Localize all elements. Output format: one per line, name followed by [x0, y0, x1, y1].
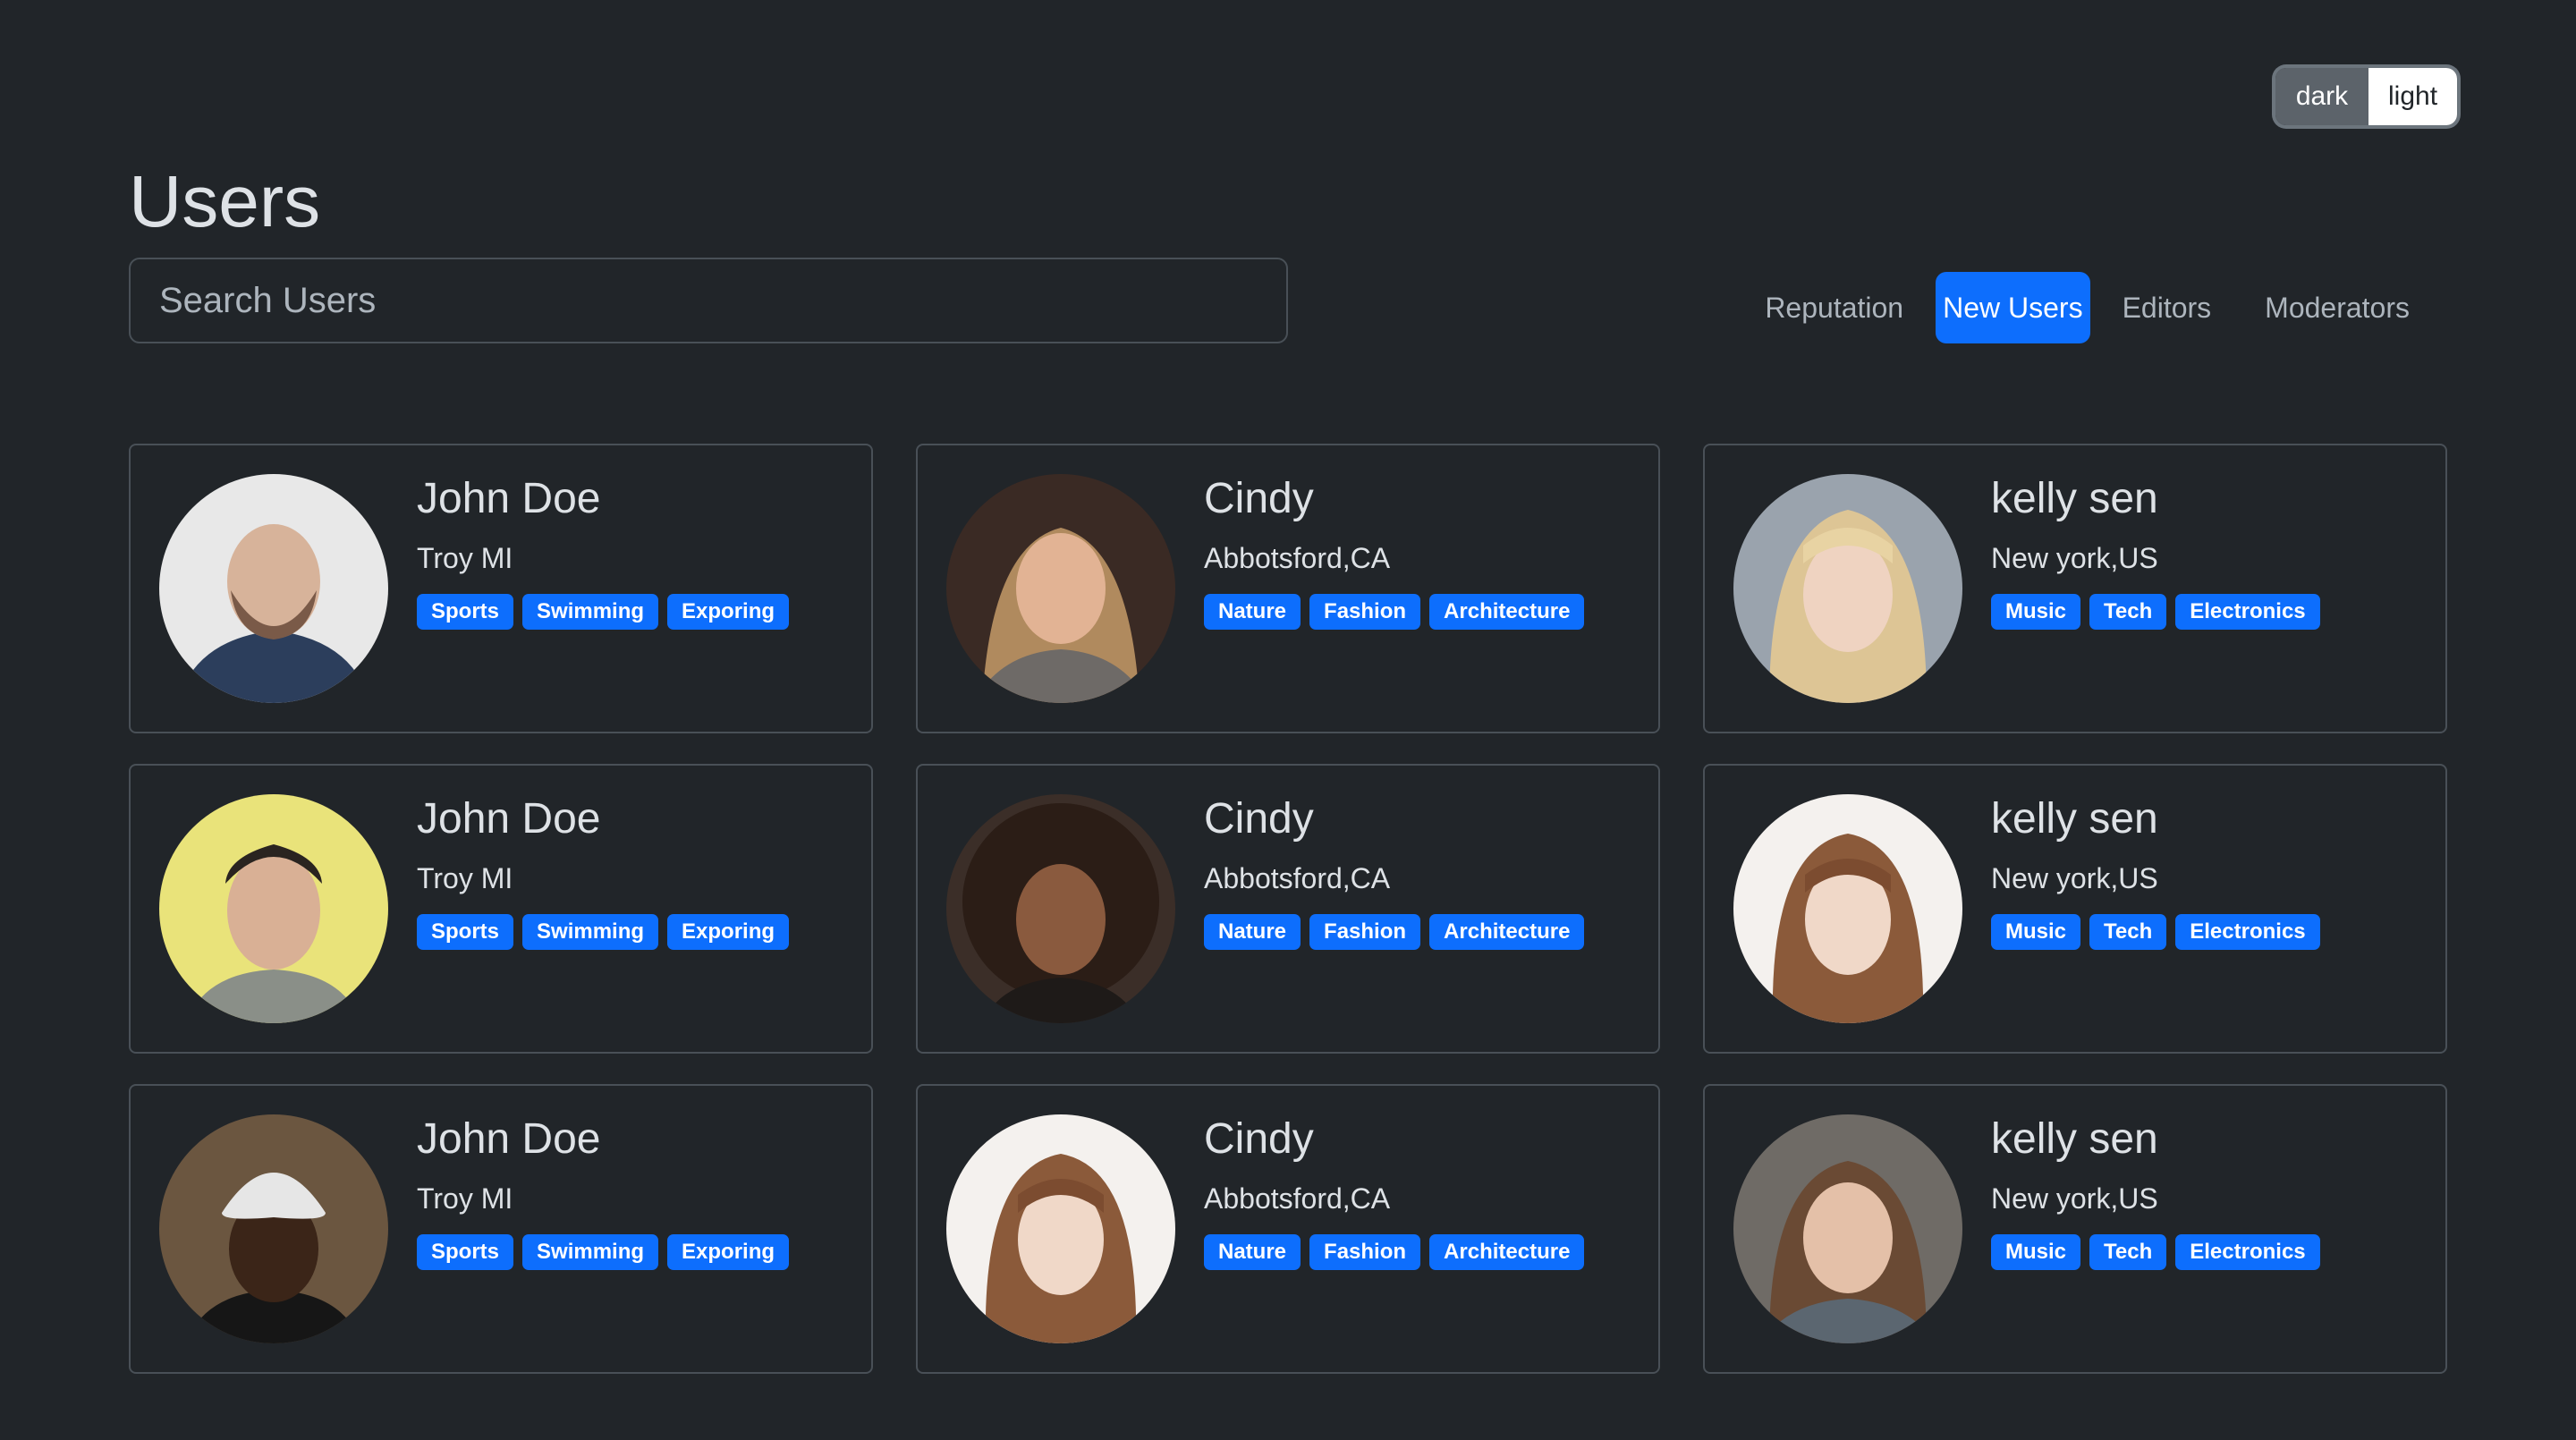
tag-list: Sports Swimming Exporing: [417, 594, 790, 630]
tag-badge[interactable]: Exporing: [667, 594, 790, 630]
tag-badge[interactable]: Music: [1991, 594, 2081, 630]
tag-badge[interactable]: Sports: [417, 914, 514, 950]
user-name[interactable]: Cindy: [1204, 1113, 1584, 1166]
filter-tabs: Reputation New Users Editors Moderators: [1743, 272, 2431, 343]
tag-list: Nature Fashion Architecture: [1204, 1234, 1585, 1270]
tag-badge[interactable]: Electronics: [2175, 914, 2320, 950]
avatar: [1733, 1114, 1962, 1343]
dark-theme-button[interactable]: dark: [2275, 68, 2368, 125]
tag-badge[interactable]: Architecture: [1429, 594, 1585, 630]
tag-badge[interactable]: Fashion: [1309, 594, 1421, 630]
tag-badge[interactable]: Architecture: [1429, 914, 1585, 950]
avatar: [946, 474, 1175, 703]
user-name[interactable]: kelly sen: [1991, 792, 2320, 846]
user-location: New york,US: [1991, 862, 2158, 894]
user-card[interactable]: kelly sen New york,US Music Tech Electro…: [1703, 444, 2447, 733]
tag-list: Nature Fashion Architecture: [1204, 914, 1585, 950]
tag-badge[interactable]: Music: [1991, 914, 2081, 950]
user-location: Abbotsford,CA: [1204, 862, 1391, 894]
user-name[interactable]: Cindy: [1204, 792, 1584, 846]
user-grid: John Doe Troy MI Sports Swimming Exporin…: [129, 444, 2447, 1374]
user-card[interactable]: Cindy Abbotsford,CA Nature Fashion Archi…: [916, 444, 1660, 733]
theme-toggle: dark light: [2275, 68, 2458, 125]
page-title: Users: [129, 161, 321, 242]
tag-list: Sports Swimming Exporing: [417, 1234, 790, 1270]
tab-reputation[interactable]: Reputation: [1743, 272, 1925, 343]
avatar: [159, 794, 388, 1023]
tag-badge[interactable]: Swimming: [522, 1234, 659, 1270]
tag-badge[interactable]: Fashion: [1309, 914, 1421, 950]
tag-badge[interactable]: Swimming: [522, 594, 659, 630]
user-location: Troy MI: [417, 1182, 513, 1215]
tag-badge[interactable]: Swimming: [522, 914, 659, 950]
user-card[interactable]: kelly sen New york,US Music Tech Electro…: [1703, 1084, 2447, 1374]
user-card[interactable]: John Doe Troy MI Sports Swimming Exporin…: [129, 444, 873, 733]
tag-badge[interactable]: Nature: [1204, 914, 1301, 950]
user-card[interactable]: kelly sen New york,US Music Tech Electro…: [1703, 764, 2447, 1054]
avatar: [159, 1114, 388, 1343]
avatar: [1733, 474, 1962, 703]
tag-badge[interactable]: Fashion: [1309, 1234, 1421, 1270]
avatar: [946, 794, 1175, 1023]
user-card[interactable]: John Doe Troy MI Sports Swimming Exporin…: [129, 764, 873, 1054]
tab-editors[interactable]: Editors: [2101, 272, 2233, 343]
user-card[interactable]: John Doe Troy MI Sports Swimming Exporin…: [129, 1084, 873, 1374]
user-name[interactable]: John Doe: [417, 1113, 789, 1166]
tag-badge[interactable]: Exporing: [667, 1234, 790, 1270]
avatar: [1733, 794, 1962, 1023]
tag-list: Music Tech Electronics: [1991, 594, 2320, 630]
users-page: dark light Users Reputation New Users Ed…: [0, 0, 2576, 1440]
tag-badge[interactable]: Music: [1991, 1234, 2081, 1270]
tag-list: Nature Fashion Architecture: [1204, 594, 1585, 630]
user-name[interactable]: John Doe: [417, 472, 789, 526]
tag-list: Sports Swimming Exporing: [417, 914, 790, 950]
user-name[interactable]: kelly sen: [1991, 472, 2320, 526]
user-name[interactable]: kelly sen: [1991, 1113, 2320, 1166]
search-input[interactable]: [129, 258, 1288, 343]
user-location: New york,US: [1991, 1182, 2158, 1215]
tag-badge[interactable]: Electronics: [2175, 594, 2320, 630]
user-card[interactable]: Cindy Abbotsford,CA Nature Fashion Archi…: [916, 1084, 1660, 1374]
user-location: Troy MI: [417, 542, 513, 574]
user-name[interactable]: John Doe: [417, 792, 789, 846]
user-location: Abbotsford,CA: [1204, 542, 1391, 574]
tag-badge[interactable]: Tech: [2089, 914, 2167, 950]
tag-badge[interactable]: Sports: [417, 1234, 514, 1270]
user-location: Abbotsford,CA: [1204, 1182, 1391, 1215]
tag-badge[interactable]: Tech: [2089, 1234, 2167, 1270]
tag-list: Music Tech Electronics: [1991, 914, 2320, 950]
tag-badge[interactable]: Electronics: [2175, 1234, 2320, 1270]
tag-badge[interactable]: Nature: [1204, 594, 1301, 630]
tag-list: Music Tech Electronics: [1991, 1234, 2320, 1270]
user-card[interactable]: Cindy Abbotsford,CA Nature Fashion Archi…: [916, 764, 1660, 1054]
avatar: [159, 474, 388, 703]
tab-moderators[interactable]: Moderators: [2243, 272, 2431, 343]
tag-badge[interactable]: Architecture: [1429, 1234, 1585, 1270]
user-location: Troy MI: [417, 862, 513, 894]
light-theme-button[interactable]: light: [2368, 68, 2458, 125]
tag-badge[interactable]: Sports: [417, 594, 514, 630]
user-location: New york,US: [1991, 542, 2158, 574]
user-name[interactable]: Cindy: [1204, 472, 1584, 526]
tag-badge[interactable]: Nature: [1204, 1234, 1301, 1270]
avatar: [946, 1114, 1175, 1343]
tab-new-users[interactable]: New Users: [1936, 272, 2090, 343]
tag-badge[interactable]: Tech: [2089, 594, 2167, 630]
tag-badge[interactable]: Exporing: [667, 914, 790, 950]
